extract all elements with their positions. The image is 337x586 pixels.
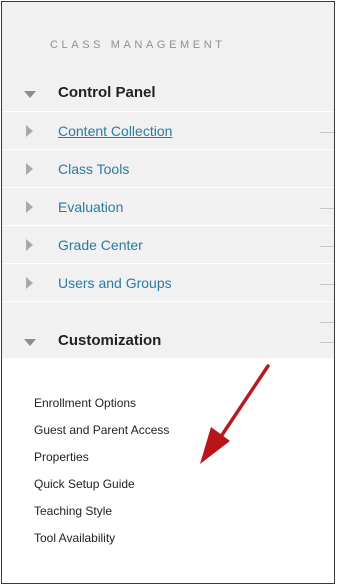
annotation-arrow-icon (200, 364, 270, 464)
arrow-shaft (216, 364, 270, 443)
